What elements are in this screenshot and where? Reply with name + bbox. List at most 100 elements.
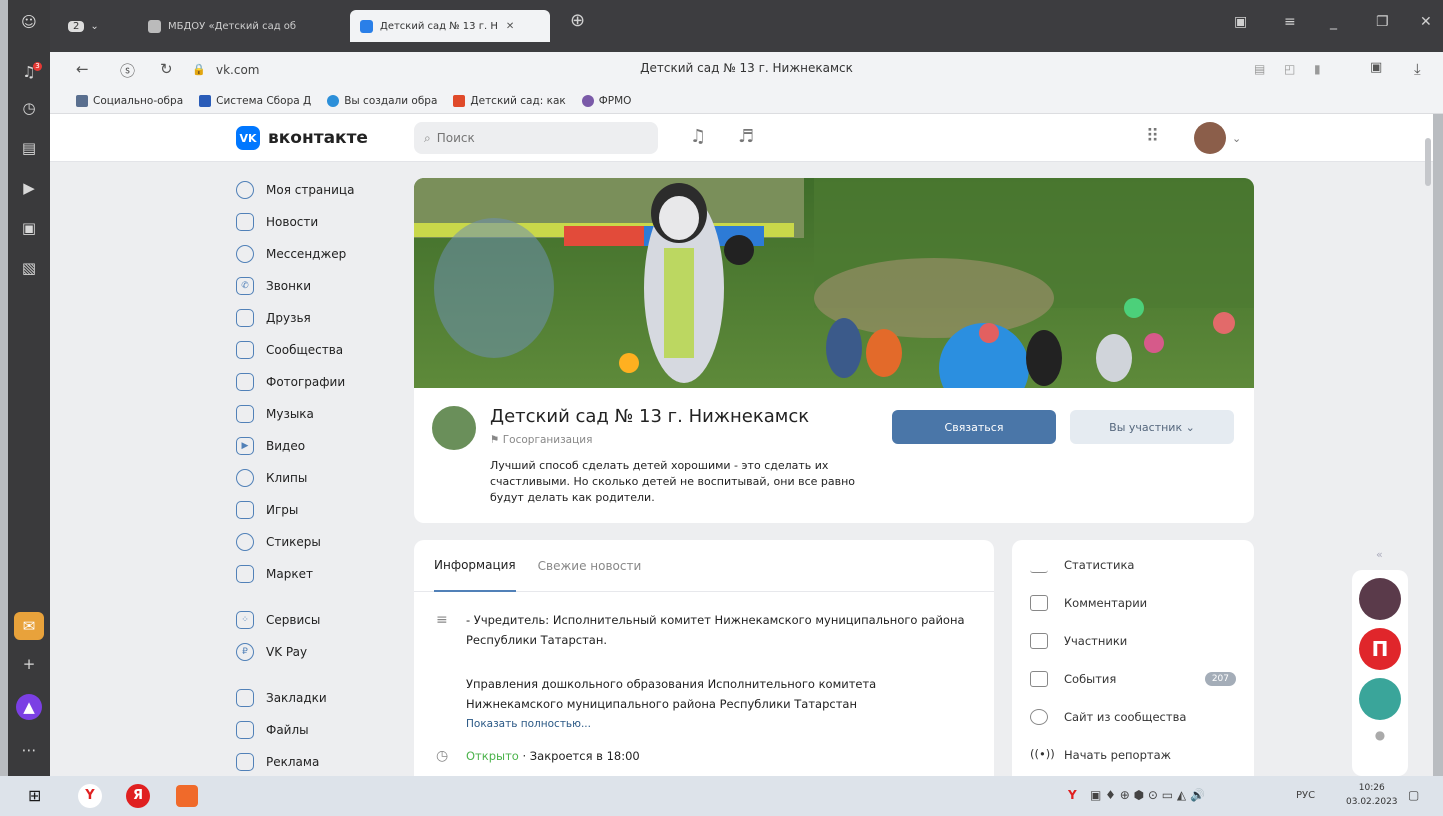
music-note-icon[interactable]: ♬ [738,126,754,147]
language-indicator[interactable]: РУС [1296,790,1315,801]
menu-item-ads[interactable]: Реклама [236,746,396,776]
menu-item-services[interactable]: ⁘ Сервисы [236,604,396,636]
chat-avatar[interactable] [1359,678,1401,720]
reader-icon[interactable]: ▤ [1254,62,1265,76]
menu-item-video[interactable]: ▶ Видео [236,430,396,462]
menu-item-games[interactable]: Игры [236,494,396,526]
menu-item-calls[interactable]: ✆ Звонки [236,270,396,302]
search-box[interactable]: ⌕ [414,122,658,154]
menu-label: Фотографии [266,375,346,389]
side-item-comments[interactable]: Комментарии [1012,584,1254,622]
tab-vk-active[interactable]: Детский сад № 13 г. Н ✕ [350,10,550,42]
menu-item-clips[interactable]: Клипы [236,462,396,494]
yandex-browser-icon[interactable]: Y [78,784,102,808]
vk-logo[interactable]: VK вконтакте [236,126,368,150]
restore-icon[interactable]: ❐ [1376,14,1389,30]
group-type: ⚑ Госорганизация [490,434,592,446]
mail-icon[interactable]: ✉ [14,612,44,640]
collections-icon[interactable]: ▤ [8,134,50,162]
bookmark-item[interactable]: Система Сбора Д [199,94,311,107]
clock[interactable]: 10:26 03.02.2023 [1346,781,1398,809]
contact-button[interactable]: Связаться [892,410,1056,444]
show-more-link[interactable]: Показать полностью... [466,714,966,734]
search-input[interactable] [436,131,637,145]
chat-avatar-p-icon[interactable]: П [1359,628,1401,670]
side-item-members[interactable]: Участники [1012,622,1254,660]
chevron-down-icon[interactable]: ⌄ [1232,132,1241,145]
menu-divider [236,590,396,604]
group-cover-image[interactable] [414,178,1254,388]
files-icon [236,721,254,739]
vk-left-menu: Моя страница Новости Мессенджер ✆ Звонки … [236,174,396,776]
scrollbar-thumb[interactable] [1425,138,1431,186]
sidebar-toggle-icon[interactable]: ▣ [1370,60,1382,75]
tray-yandex-icon[interactable]: Y [1068,788,1077,802]
apps-grid-icon[interactable]: ⠿ [1146,126,1159,147]
history-icon[interactable]: ◷ [8,94,50,122]
new-tab-icon[interactable]: ⊕ [570,10,585,31]
tabs-panel-icon[interactable]: ▣ [1234,14,1247,30]
more-icon[interactable]: ⋯ [8,736,50,764]
menu-label: Сервисы [266,613,321,627]
side-item-site[interactable]: Сайт из сообщества [1012,698,1254,736]
bookmark-item[interactable]: Детский сад: как [453,94,566,107]
menu-item-friends[interactable]: Друзья [236,302,396,334]
menu-label: Сообщества [266,343,344,357]
chat-avatar[interactable] [1359,578,1401,620]
department-text: Управления дошкольного образования Испол… [466,677,877,711]
bell-icon[interactable]: ♫ [690,126,706,147]
menu-label: Реклама [266,755,320,769]
tab-group-counter[interactable]: 2 ⌄ [58,10,118,42]
tray-icons[interactable]: ▣ ♦ ⊕ ⬢ ⊙ ▭ ◭ 🔊 [1090,788,1205,802]
app-icon[interactable] [176,785,198,807]
avatar[interactable] [1194,122,1226,154]
tab-information[interactable]: Информация [434,540,516,592]
search-icon: ⌕ [424,130,431,145]
menu-item-stickers[interactable]: Стикеры [236,526,396,558]
collapse-icon[interactable]: « [1376,548,1383,561]
menu-item-music[interactable]: Музыка [236,398,396,430]
download-icon[interactable]: ⤓ [1414,60,1421,78]
menu-divider [236,668,396,682]
tab-fresh-news[interactable]: Свежие новости [538,540,642,592]
menu-item-bookmarks[interactable]: Закладки [236,682,396,714]
menu-icon[interactable]: ≡ [1284,14,1296,30]
bookmark-add-icon[interactable]: ▮ [1314,62,1321,76]
tab-mbdou[interactable]: МБДОУ «Детский сад об [138,10,346,42]
chat-icon [236,245,254,263]
bookmark-item[interactable]: Вы создали обра [327,94,437,107]
bookmark-item[interactable]: ФРМО [581,94,631,107]
notifications-center-icon[interactable]: ▢ [1408,788,1419,802]
bookmark-item[interactable]: Социально-обра [76,94,183,107]
group-avatar[interactable] [430,404,478,452]
close-icon[interactable]: ✕ [506,21,514,32]
menu-item-files[interactable]: Файлы [236,714,396,746]
member-button[interactable]: Вы участник ⌄ [1070,410,1234,444]
avatar-icon[interactable]: ☺ [8,8,50,36]
menu-label: Мессенджер [266,247,347,261]
windows-start-icon[interactable]: ⊞ [28,786,41,805]
open-status: Открыто [466,749,519,763]
screenshot-icon[interactable]: ▧ [8,254,50,282]
play-icon[interactable]: ▶ [8,174,50,202]
yandex-icon[interactable]: Я [126,784,150,808]
add-panel-icon[interactable]: + [8,650,50,678]
group-side-menu: Статистика Комментарии Участники События… [1012,540,1254,776]
close-window-icon[interactable]: ✕ [1420,14,1432,30]
minimize-icon[interactable]: _ [1330,14,1337,30]
menu-item-vkpay[interactable]: ₽ VK Pay [236,636,396,668]
menu-item-news[interactable]: Новости [236,206,396,238]
incognito-icon[interactable]: ◰ [1284,62,1295,76]
menu-item-communities[interactable]: Сообщества [236,334,396,366]
side-item-broadcast[interactable]: ((•)) Начать репортаж [1012,736,1254,774]
menu-item-photos[interactable]: Фотографии [236,366,396,398]
menu-item-messenger[interactable]: Мессенджер [236,238,396,270]
menu-item-my-page[interactable]: Моя страница [236,174,396,206]
chat-more-icon[interactable]: ● [1352,728,1408,742]
menu-item-market[interactable]: Маркет [236,558,396,590]
side-item-events[interactable]: События 207 [1012,660,1254,698]
side-item-stats[interactable]: Статистика [1012,546,1254,584]
alice-icon[interactable]: ▲ [16,694,42,720]
notifications-icon[interactable]: ♫ 3 [8,58,50,86]
tabs-count-icon[interactable]: ▣ [8,214,50,242]
